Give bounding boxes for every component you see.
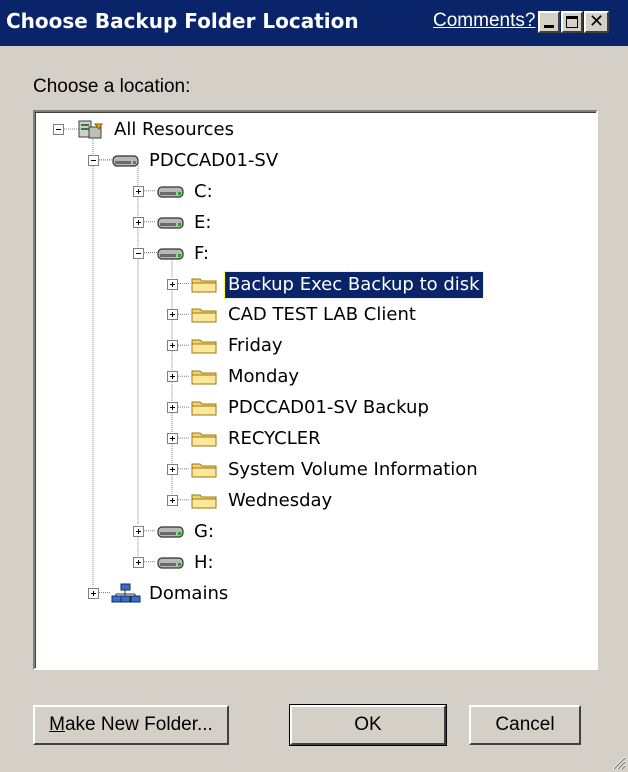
- minimize-icon: [544, 25, 554, 28]
- tree-item[interactable]: System Volume Information: [225, 457, 481, 483]
- expand-icon[interactable]: [133, 525, 144, 537]
- make-new-folder-label: Make New Folder...: [49, 714, 213, 735]
- expand-icon[interactable]: [133, 185, 144, 197]
- tree-item[interactable]: All Resources: [111, 117, 237, 143]
- drive-icon: [155, 520, 187, 546]
- tree-item[interactable]: Backup Exec Backup to disk: [224, 270, 484, 299]
- tree-item[interactable]: G:: [191, 519, 217, 545]
- tree-item[interactable]: H:: [191, 550, 217, 576]
- domains-icon: [110, 582, 142, 608]
- tree-item[interactable]: RECYCLER: [225, 426, 324, 452]
- expand-icon[interactable]: [167, 309, 178, 321]
- expand-icon[interactable]: [167, 494, 178, 506]
- server-icon: [110, 149, 142, 175]
- folder-icon: [189, 396, 221, 422]
- collapse-icon[interactable]: [53, 124, 64, 135]
- ok-button[interactable]: OK: [289, 704, 447, 746]
- tree-item[interactable]: Monday: [225, 364, 302, 390]
- collapse-icon[interactable]: [133, 247, 144, 259]
- folder-icon: [189, 334, 221, 360]
- maximize-button[interactable]: [561, 11, 583, 33]
- all-resources-icon: [75, 118, 107, 144]
- tree-item[interactable]: E:: [191, 210, 214, 236]
- tree-item[interactable]: C:: [191, 179, 216, 205]
- tree-item[interactable]: PDCCAD01-SV: [146, 148, 281, 174]
- window-title: Choose Backup Folder Location: [6, 9, 359, 33]
- drive-icon: [155, 211, 187, 237]
- folder-icon: [189, 458, 221, 484]
- choose-location-label: Choose a location:: [33, 76, 191, 97]
- folder-icon: [189, 427, 221, 453]
- title-bar[interactable]: Choose Backup Folder Location Comments? …: [0, 0, 628, 46]
- tree-item[interactable]: Wednesday: [225, 488, 335, 514]
- tree-item[interactable]: CAD TEST LAB Client: [225, 302, 419, 328]
- drive-icon: [155, 551, 187, 577]
- folder-icon: [189, 365, 221, 391]
- collapse-icon[interactable]: [88, 154, 99, 166]
- cancel-button[interactable]: Cancel: [469, 705, 581, 745]
- folder-icon: [189, 489, 221, 515]
- drive-icon: [155, 242, 187, 268]
- tree-item[interactable]: Domains: [146, 581, 231, 607]
- folder-icon: [189, 303, 221, 329]
- expand-icon[interactable]: [167, 402, 178, 414]
- expand-icon[interactable]: [167, 433, 178, 444]
- resize-grip-icon[interactable]: [610, 754, 626, 770]
- maximize-icon: [566, 16, 578, 28]
- expand-icon[interactable]: [133, 556, 144, 568]
- minimize-button[interactable]: [538, 11, 560, 33]
- expand-icon[interactable]: [167, 340, 178, 352]
- make-new-folder-button[interactable]: Make New Folder...: [33, 705, 229, 745]
- close-icon: ✕: [588, 11, 605, 32]
- drive-icon: [155, 180, 187, 206]
- tree-item[interactable]: F:: [191, 241, 212, 267]
- expand-icon[interactable]: [133, 216, 144, 228]
- tree-item[interactable]: Friday: [225, 333, 286, 359]
- expand-icon[interactable]: [88, 587, 99, 599]
- expand-icon[interactable]: [167, 278, 178, 290]
- tree-item[interactable]: PDCCAD01-SV Backup: [225, 395, 432, 421]
- comments-link[interactable]: Comments?: [433, 10, 535, 32]
- close-button[interactable]: ✕: [584, 11, 609, 33]
- folder-icon: [189, 273, 221, 299]
- expand-icon[interactable]: [167, 463, 178, 475]
- expand-icon[interactable]: [167, 371, 178, 383]
